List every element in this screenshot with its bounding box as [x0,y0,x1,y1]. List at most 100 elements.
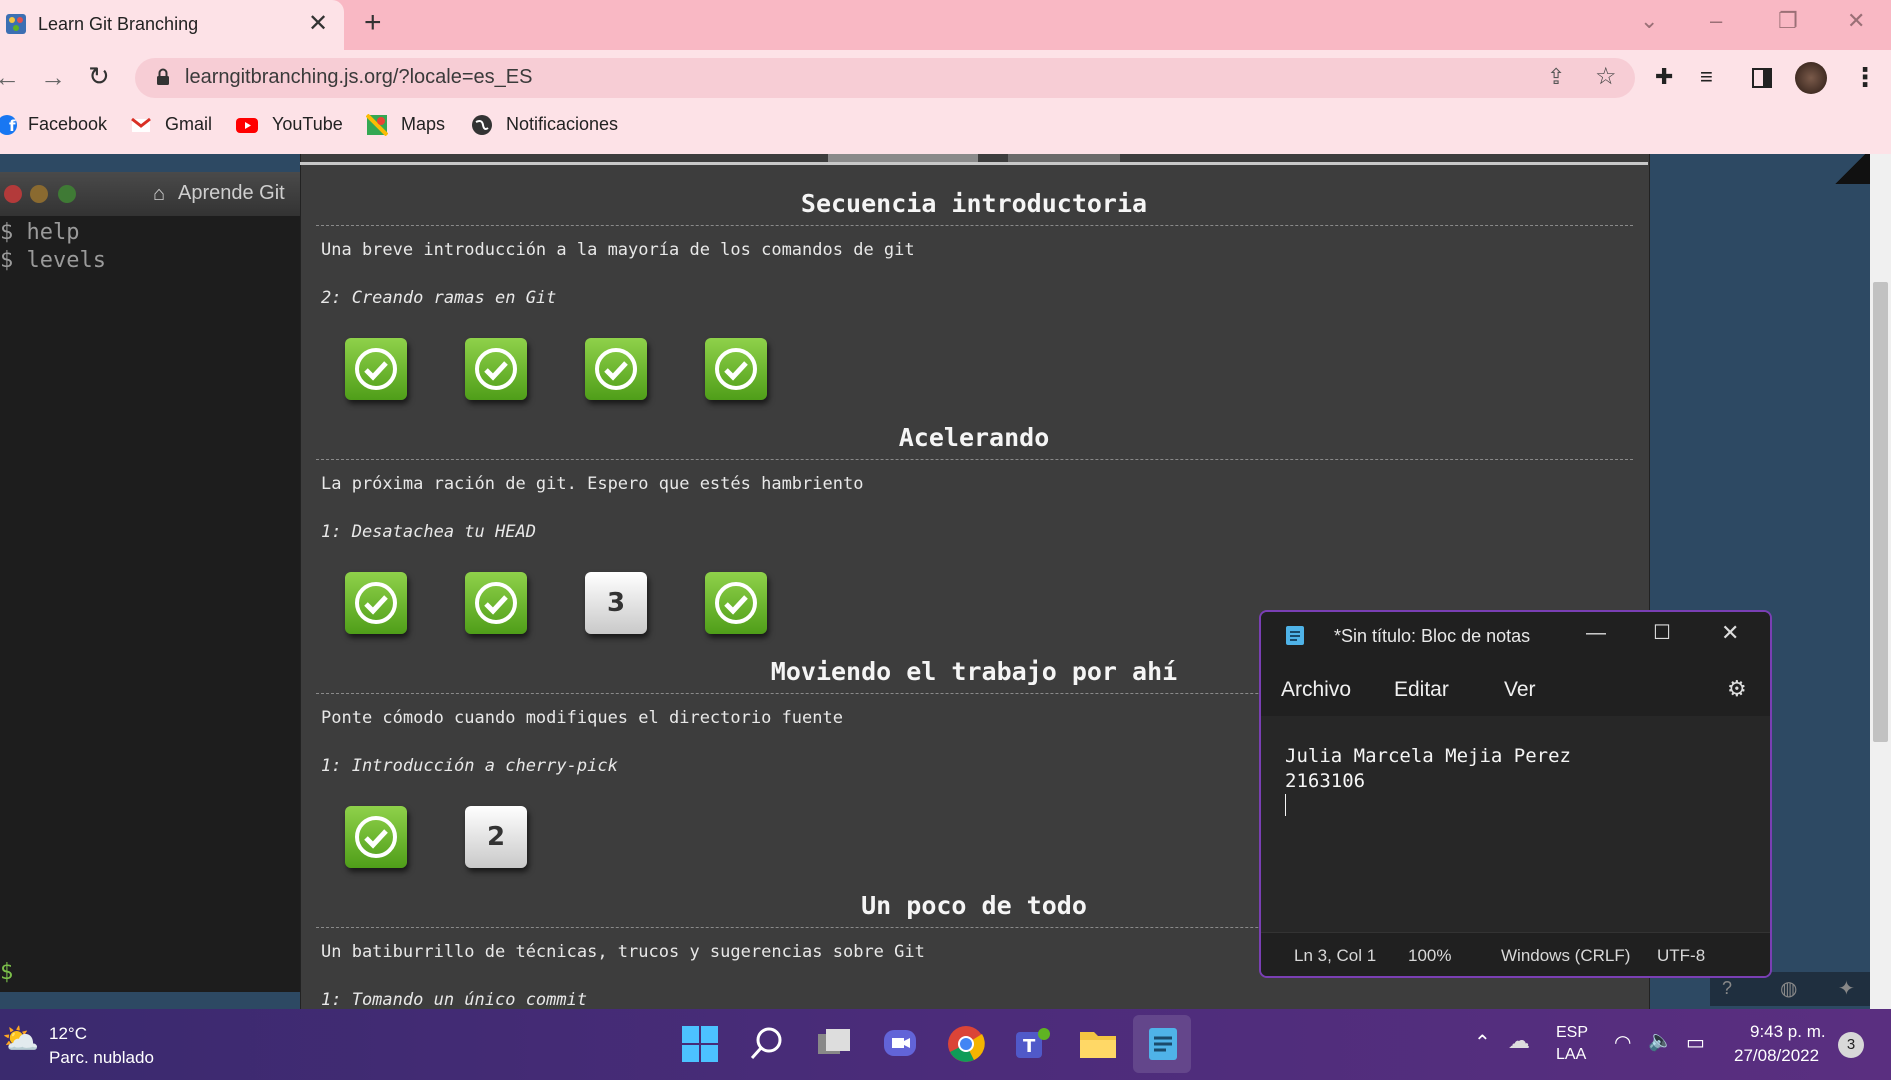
level-button-completed[interactable] [705,572,767,634]
level-button-pending[interactable]: 2 [465,806,527,868]
back-arrow-icon[interactable]: ← [0,62,20,93]
menu-ver[interactable]: Ver [1504,678,1536,702]
git-branching-favicon-icon [6,14,26,34]
section-description: Ponte cómodo cuando modifiques el direct… [321,708,843,728]
level-button-completed[interactable] [465,572,527,634]
notepad-window[interactable]: *Sin título: Bloc de notas — ☐ ✕ Archivo… [1259,610,1772,978]
status-encoding: UTF-8 [1657,946,1706,965]
restore-window-icon[interactable]: ❐ [1778,8,1798,34]
volume-icon[interactable]: 🔈 [1648,1028,1673,1053]
status-line-ending: Windows (CRLF) [1501,946,1631,965]
forward-arrow-icon[interactable]: → [40,62,66,93]
help-icon[interactable]: ? [1722,978,1732,999]
level-button-completed[interactable] [465,338,527,400]
level-button-completed[interactable] [345,572,407,634]
language-indicator[interactable]: ESP [1556,1024,1588,1042]
globe-icon[interactable]: ◍ [1780,976,1797,1001]
profile-avatar[interactable] [1795,62,1827,94]
teams-icon[interactable]: T [1010,1022,1054,1066]
terminal-maximize-dot [58,185,76,203]
search-icon[interactable] [745,1022,789,1066]
reload-icon[interactable]: ↻ [88,61,110,92]
notepad-text-area[interactable]: Julia Marcela Mejia Perez 2163106 [1285,744,1571,816]
text-line: Julia Marcela Mejia Perez [1285,745,1571,767]
task-view-icon[interactable] [812,1022,856,1066]
section-divider [316,459,1633,460]
bookmark-notificaciones[interactable]: Notificaciones [506,114,618,135]
notification-badge[interactable]: 3 [1838,1032,1864,1058]
file-explorer-icon[interactable] [1076,1022,1120,1066]
section-current-level: 1: Introducción a cherry-pick [321,756,618,776]
bookmark-facebook[interactable]: Facebook [28,114,107,135]
terminal-close-dot [4,185,22,203]
extensions-puzzle-icon[interactable]: ✚ [1655,64,1673,90]
new-tab-button[interactable]: + [364,6,382,40]
github-corner-ribbon[interactable] [1830,154,1870,184]
section-description: Un batiburrillo de técnicas, trucos y su… [321,942,925,962]
browser-menu-icon[interactable]: ⋮ [1852,62,1878,93]
media-queue-icon[interactable]: ≡ [1700,64,1713,90]
close-icon[interactable]: ✕ [1721,620,1739,646]
bookmark-maps[interactable]: Maps [401,114,445,135]
svg-text:T: T [1023,1036,1036,1057]
check-circle-icon [355,348,397,390]
section-description: Una breve introducción a la mayoría de l… [321,240,915,260]
check-circle-icon [475,582,517,624]
side-panel-icon[interactable] [1752,68,1772,88]
close-window-icon[interactable]: ✕ [1847,8,1865,34]
notepad-title: *Sin título: Bloc de notas [1334,626,1531,646]
keyboard-layout-indicator[interactable]: LAA [1556,1046,1586,1064]
terminal-prompt: $ [0,960,14,985]
status-zoom: 100% [1408,946,1452,965]
minimize-window-icon[interactable]: – [1710,8,1722,34]
level-button-completed[interactable] [705,338,767,400]
close-tab-icon[interactable]: ✕ [308,9,328,38]
battery-icon[interactable]: ▭ [1686,1030,1705,1055]
level-button-completed[interactable] [585,338,647,400]
git-terminal[interactable] [0,172,300,992]
check-circle-icon [355,582,397,624]
scrollbar-thumb[interactable] [1873,282,1888,742]
level-button-completed[interactable] [345,806,407,868]
check-circle-icon [715,582,757,624]
bookmark-gmail[interactable]: Gmail [165,114,212,135]
text-line: 2163106 [1285,770,1366,792]
clock-time[interactable]: 9:43 p. m. [1750,1022,1826,1042]
chrome-icon[interactable] [944,1022,988,1066]
clock-date[interactable]: 27/08/2022 [1734,1046,1819,1066]
menu-editar[interactable]: Editar [1394,678,1449,702]
tab-search-chevron-icon[interactable]: ⌄ [1640,8,1658,34]
level-button-completed[interactable] [345,338,407,400]
teams-chat-icon[interactable] [878,1022,922,1066]
notepad-taskbar-icon[interactable] [1141,1022,1185,1066]
check-circle-icon [355,816,397,858]
check-circle-icon [715,348,757,390]
weather-temperature[interactable]: 12°C [49,1024,87,1044]
youtube-icon [236,118,258,133]
twitter-bird-icon[interactable]: ✦ [1838,976,1855,1001]
terminal-title: Aprende Git [178,182,285,204]
show-hidden-icons-chevron-icon[interactable]: ⌃ [1474,1030,1491,1055]
windows-start-icon[interactable] [678,1022,722,1066]
notepad-app-icon [1286,626,1304,645]
panel-tab-indicator [828,154,978,162]
onedrive-cloud-icon[interactable]: ☁ [1508,1028,1530,1054]
text-cursor [1285,794,1286,816]
bookmark-star-icon[interactable]: ☆ [1595,62,1617,91]
share-icon[interactable]: ⇪ [1547,64,1565,90]
check-circle-icon [595,348,637,390]
bookmark-youtube[interactable]: YouTube [272,114,343,135]
minimize-icon[interactable]: — [1586,622,1606,645]
url-text[interactable]: learngitbranching.js.org/?locale=es_ES [185,66,532,89]
maximize-icon[interactable]: ☐ [1653,620,1671,645]
panel-divider [300,162,1648,165]
weather-description[interactable]: Parc. nublado [49,1048,154,1068]
menu-archivo[interactable]: Archivo [1281,678,1351,702]
wifi-icon[interactable]: ◠ [1614,1030,1631,1055]
globe-icon [472,115,492,135]
settings-gear-icon[interactable]: ⚙ [1727,676,1747,702]
section-title: Secuencia introductoria [800,189,1148,218]
lock-icon [157,68,169,85]
section-title: Acelerando [898,423,1050,452]
level-button-pending[interactable]: 3 [585,572,647,634]
